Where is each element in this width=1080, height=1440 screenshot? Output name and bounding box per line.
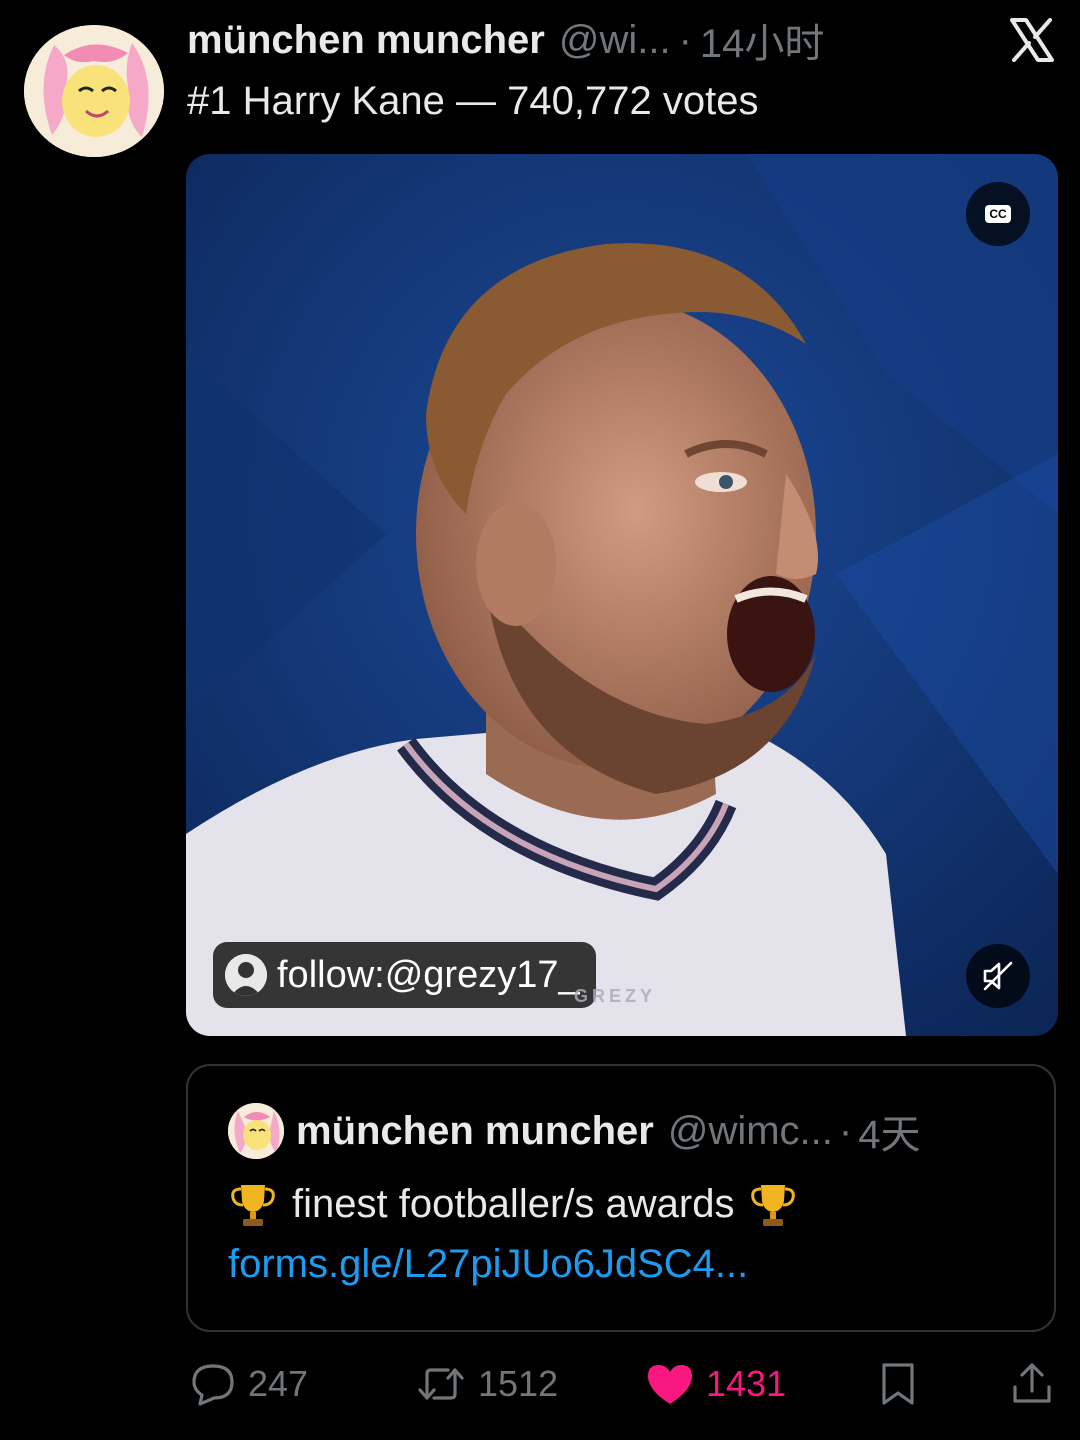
quoted-post-link[interactable]: forms.gle/L27piJUo6JdSC4... [228,1234,798,1294]
repost-icon [418,1368,464,1400]
quoted-post[interactable]: münchen muncher @wimc... · 4天 finest foo… [186,1064,1056,1332]
quoted-author-name: münchen muncher [296,1108,654,1153]
bookmark-icon [882,1363,914,1405]
like-count: 1431 [706,1363,787,1404]
post-timestamp[interactable]: 14小时 [700,11,825,69]
share-button[interactable] [1010,1352,1066,1416]
quoted-post-header: münchen muncher @wimc... · 4天 [228,1102,920,1160]
author-handle[interactable]: @wi... [559,18,671,63]
heart-icon [648,1365,692,1404]
trophy-icon [751,1185,796,1226]
separator-dot: · [678,17,692,62]
repost-count: 1512 [478,1363,559,1404]
video-frame [186,154,1058,1036]
follow-overlay: follow:@grezy17_ [213,942,596,1008]
quoted-author-handle: @wimc... [667,1108,833,1153]
reply-icon [192,1364,234,1406]
video-player[interactable]: CC follow:@grezy17_ GREZY [186,154,1058,1036]
quoted-author-avatar [228,1103,284,1159]
like-button[interactable]: 1431 [646,1352,786,1416]
post-header: münchen muncher @wi... · 14小时 [187,12,1007,68]
follow-avatar [225,954,267,996]
quoted-post-body: finest footballer/s awards forms.gle/L27… [228,1174,798,1294]
follow-label: follow:@grezy17_ [277,953,580,996]
bookmark-button[interactable] [878,1352,930,1416]
action-bar: 247 1512 1431 [186,1352,1058,1416]
cc-icon: CC [985,205,1011,223]
trophy-icon [231,1185,275,1226]
share-icon [1013,1363,1051,1403]
separator-dot: · [838,1108,853,1153]
quoted-post-text: finest footballer/s awards [292,1182,735,1226]
video-watermark: GREZY [574,986,657,1006]
reply-button[interactable]: 247 [190,1352,308,1416]
author-name[interactable]: münchen muncher [187,18,545,63]
mute-icon [983,961,1013,991]
reply-count: 247 [248,1363,309,1404]
post-text: #1 Harry Kane — 740,772 votes [187,79,759,123]
quoted-post-timestamp: 4天 [858,1113,921,1157]
mute-button[interactable] [966,944,1030,1008]
author-avatar[interactable] [24,25,164,157]
captions-button[interactable]: CC [966,182,1030,246]
x-logo-icon[interactable] [1008,16,1056,64]
repost-button[interactable]: 1512 [416,1352,558,1416]
